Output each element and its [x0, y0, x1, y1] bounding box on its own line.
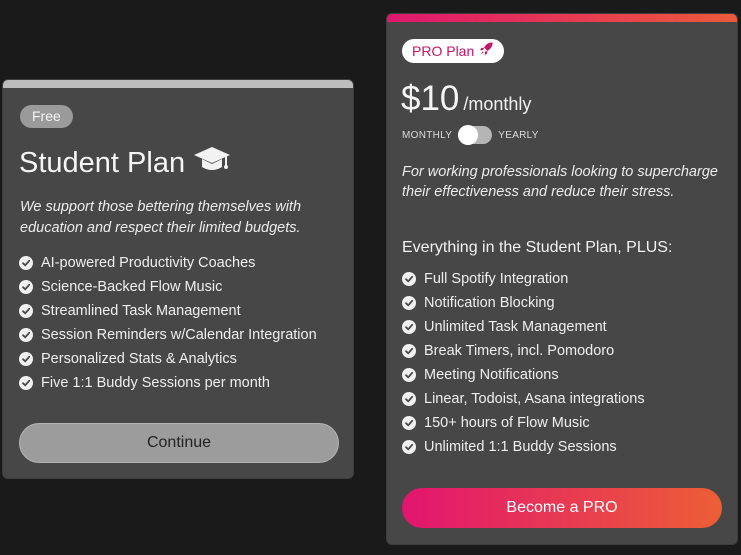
become-pro-button[interactable]: Become a PRO [402, 488, 722, 528]
feature-label: Session Reminders w/Calendar Integration [41, 327, 317, 343]
check-circle-icon [19, 256, 33, 270]
pro-plan-badge: PRO Plan [402, 39, 505, 63]
student-plan-card: Free Student Plan We support those bette… [2, 79, 354, 479]
feature-item: 150+ hours of Flow Music [402, 411, 645, 435]
feature-item: Unlimited Task Management [402, 315, 645, 339]
feature-label: Unlimited Task Management [424, 319, 607, 335]
pricing-page: Free Student Plan We support those bette… [0, 0, 741, 555]
check-circle-icon [402, 320, 416, 334]
student-plan-description: We support those bettering themselves wi… [20, 199, 302, 236]
price-amount: $10 [401, 79, 460, 118]
feature-item: Five 1:1 Buddy Sessions per month [19, 371, 317, 395]
feature-label: AI-powered Productivity Coaches [41, 255, 256, 271]
feature-label: Break Timers, incl. Pomodoro [424, 343, 615, 359]
check-circle-icon [402, 296, 416, 310]
check-circle-icon [19, 376, 33, 390]
feature-item: Meeting Notifications [402, 363, 645, 387]
check-circle-icon [402, 344, 416, 358]
feature-label: Streamlined Task Management [41, 303, 241, 319]
feature-label: 150+ hours of Flow Music [424, 415, 590, 431]
graduation-cap-icon [193, 145, 231, 181]
rocket-icon [479, 39, 494, 63]
feature-label: Full Spotify Integration [424, 271, 569, 287]
check-circle-icon [19, 280, 33, 294]
pro-plan-description: For working professionals looking to sup… [402, 164, 718, 200]
check-circle-icon [402, 440, 416, 454]
pro-features-heading: Everything in the Student Plan, PLUS: [402, 239, 673, 256]
feature-label: Science-Backed Flow Music [41, 279, 223, 295]
feature-item: Full Spotify Integration [402, 267, 645, 291]
student-card-top-bar [3, 80, 353, 88]
feature-item: Break Timers, incl. Pomodoro [402, 339, 645, 363]
feature-item: Streamlined Task Management [19, 299, 317, 323]
continue-button[interactable]: Continue [19, 423, 339, 463]
feature-label: Notification Blocking [424, 295, 555, 311]
feature-label: Meeting Notifications [424, 367, 559, 383]
free-badge: Free [20, 105, 73, 128]
check-circle-icon [402, 416, 416, 430]
monthly-label[interactable]: MONTHLY [402, 130, 452, 141]
pro-plan-card: PRO Plan $10 /monthly MONTHLY YEARLY For… [386, 13, 738, 545]
pro-plan-badge-label: PRO Plan [412, 43, 475, 59]
feature-item: Unlimited 1:1 Buddy Sessions [402, 435, 645, 459]
feature-item: AI-powered Productivity Coaches [19, 251, 317, 275]
check-circle-icon [19, 352, 33, 366]
student-plan-title: Student Plan [19, 145, 231, 181]
feature-label: Five 1:1 Buddy Sessions per month [41, 375, 270, 391]
toggle-knob [458, 125, 479, 145]
feature-item: Personalized Stats & Analytics [19, 347, 317, 371]
check-circle-icon [402, 392, 416, 406]
check-circle-icon [402, 272, 416, 286]
feature-item: Linear, Todoist, Asana integrations [402, 387, 645, 411]
feature-label: Personalized Stats & Analytics [41, 351, 237, 367]
feature-item: Notification Blocking [402, 291, 645, 315]
price-period: /monthly [463, 94, 532, 114]
yearly-label[interactable]: YEARLY [498, 130, 539, 141]
feature-label: Linear, Todoist, Asana integrations [424, 391, 645, 407]
feature-item: Science-Backed Flow Music [19, 275, 317, 299]
feature-label: Unlimited 1:1 Buddy Sessions [424, 439, 617, 455]
price-display: $10 /monthly [401, 79, 531, 119]
pro-card-top-bar [387, 14, 737, 22]
check-circle-icon [402, 368, 416, 382]
billing-toggle[interactable] [458, 125, 493, 145]
check-circle-icon [19, 304, 33, 318]
billing-period-switch: MONTHLY YEARLY [402, 125, 539, 145]
feature-item: Session Reminders w/Calendar Integration [19, 323, 317, 347]
check-circle-icon [19, 328, 33, 342]
student-feature-list: AI-powered Productivity Coaches Science-B… [19, 251, 317, 395]
student-plan-title-text: Student Plan [19, 146, 186, 179]
pro-feature-list: Full Spotify Integration Notification Blo… [402, 267, 645, 459]
